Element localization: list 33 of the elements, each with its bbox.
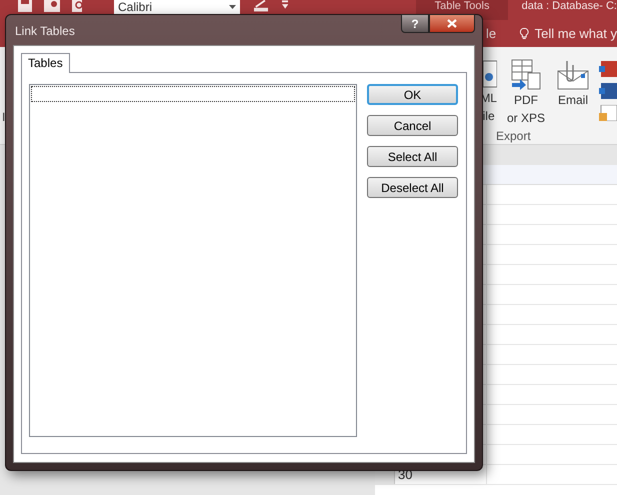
- dialog-button[interactable]: Select All: [367, 146, 458, 167]
- save-icon[interactable]: [18, 0, 32, 12]
- command-label: PDF or XPS: [506, 92, 545, 127]
- command-label: Email: [558, 92, 588, 109]
- tell-me-field[interactable]: Tell me what y: [534, 24, 617, 44]
- font-box[interactable]: Calibri: [114, 0, 240, 14]
- ribbon-tab[interactable]: le: [486, 24, 496, 44]
- export-command[interactable]: Email: [555, 59, 591, 109]
- group-label: Export: [496, 128, 532, 145]
- dialog-title: Link Tables: [15, 23, 75, 40]
- dialog-button[interactable]: OK: [367, 84, 458, 105]
- export-command[interactable]: PDF or XPS: [504, 59, 547, 127]
- word-icon[interactable]: [599, 83, 617, 99]
- dialog-button[interactable]: Deselect All: [367, 177, 458, 198]
- context-tab-label: Table Tools: [434, 1, 490, 12]
- dropdown-icon[interactable]: [282, 0, 288, 10]
- access-icon[interactable]: [599, 61, 617, 77]
- close-button[interactable]: [429, 14, 475, 33]
- dialog-button[interactable]: Cancel: [367, 115, 458, 136]
- help-button[interactable]: ?: [401, 14, 429, 33]
- focus-row[interactable]: [31, 86, 355, 102]
- lightbulb-icon[interactable]: [520, 26, 529, 41]
- folder-icon[interactable]: [44, 0, 60, 12]
- close-icon: [447, 19, 457, 28]
- list-icon[interactable]: [599, 105, 617, 121]
- caret-icon: [228, 5, 236, 9]
- envelope-icon: [557, 59, 589, 91]
- table-export-icon: [510, 59, 542, 91]
- document-icon: [482, 59, 497, 89]
- ribbon-label: I: [2, 109, 6, 126]
- tab[interactable]: Tables: [21, 53, 70, 73]
- window-title: data : Database- C:: [522, 1, 617, 12]
- ruler-icon[interactable]: [254, 0, 268, 12]
